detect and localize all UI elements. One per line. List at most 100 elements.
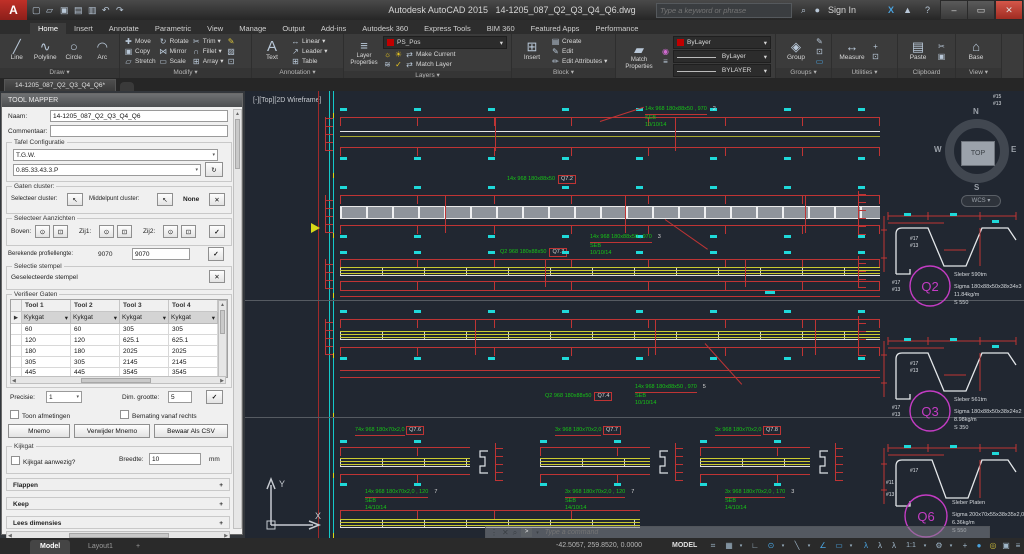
chevron-down-icon[interactable]: ▾ xyxy=(536,530,539,536)
refresh-button[interactable]: ↻ xyxy=(205,162,223,177)
beam-elevation[interactable] xyxy=(700,458,810,467)
cell[interactable]: 60 xyxy=(22,324,71,335)
chevron-down-icon[interactable]: ▾ xyxy=(846,538,856,554)
close-icon[interactable]: ✕ xyxy=(502,528,509,537)
tab-featured-apps[interactable]: Featured Apps xyxy=(523,23,588,34)
profile-id[interactable]: Q6 xyxy=(917,509,934,524)
command-options-icon[interactable]: > xyxy=(521,528,532,537)
help-search-input[interactable] xyxy=(656,3,792,18)
panel-label-draw[interactable]: Draw ▾ xyxy=(0,68,119,78)
array-button[interactable]: ⊞Array ▾ xyxy=(192,57,224,66)
pencil-icon[interactable]: ✎ xyxy=(227,37,236,46)
text-button[interactable]: AText xyxy=(256,36,288,66)
confirm-length-button[interactable]: ✓ xyxy=(208,247,224,261)
edit-block-button[interactable]: ✎Edit xyxy=(551,47,607,56)
snap-icon[interactable]: ⌗ xyxy=(706,538,720,554)
tool2-type-select[interactable]: Kykgat▾ xyxy=(71,312,120,324)
viewcube-west[interactable]: W xyxy=(934,145,942,154)
mirror-button[interactable]: ⋈Mirror xyxy=(159,47,189,56)
rotate-button[interactable]: ↻Rotate xyxy=(159,37,189,46)
col-header[interactable]: Tool 3 xyxy=(120,300,169,312)
linear-button[interactable]: ↔Linear ▾ xyxy=(291,37,328,46)
trim-button[interactable]: ✂Trim ▾ xyxy=(192,37,224,46)
tab-bim360[interactable]: BIM 360 xyxy=(479,23,523,34)
a360-icon[interactable]: ▲ xyxy=(903,0,912,20)
ungroup-icon[interactable]: ✎ xyxy=(815,37,824,46)
cell[interactable]: 120 xyxy=(22,335,71,346)
confirm-views-button[interactable]: ✓ xyxy=(209,225,225,238)
group-button[interactable]: ◈Group xyxy=(780,36,812,66)
boven-pick-button[interactable]: ⊙ xyxy=(35,225,50,238)
more-modify-icon[interactable]: ⊡ xyxy=(227,57,236,66)
polar-tracking-icon[interactable]: ⊙ xyxy=(764,538,778,554)
linetype-select[interactable]: BYLAYER▾ xyxy=(673,64,771,77)
cell[interactable]: 180 xyxy=(71,346,120,357)
quick-select-icon[interactable]: + xyxy=(871,42,880,51)
quick-calc-icon[interactable]: ⊡ xyxy=(871,52,880,61)
fillet-button[interactable]: ∩Fillet ▾ xyxy=(192,47,224,56)
tab-home[interactable]: Home xyxy=(30,23,66,34)
palette-vscrollbar[interactable]: ▲ xyxy=(233,109,242,529)
kijkgat-aanwezig-checkbox[interactable]: Kijkgat aanwezig? xyxy=(11,456,75,466)
circle-button[interactable]: ○Circle xyxy=(61,36,87,66)
beam-elevation[interactable] xyxy=(340,267,880,276)
measure-button[interactable]: ↔Measure xyxy=(836,36,868,66)
cell[interactable]: 2025 xyxy=(169,346,218,357)
chevron-down-icon[interactable]: ▾ xyxy=(736,538,746,554)
copy-button[interactable]: ▣Copy xyxy=(124,47,156,56)
table-vscrollbar[interactable]: ▲ xyxy=(218,300,227,377)
palette-title[interactable]: TOOL MAPPER xyxy=(2,94,242,107)
edit-attributes-button[interactable]: ✏Edit Attributes ▾ xyxy=(551,57,607,66)
cut-icon[interactable]: ✂ xyxy=(937,42,946,51)
make-current-button[interactable]: ☼☀⇄Make Current xyxy=(383,50,507,59)
grip-icon[interactable]: ⋮ xyxy=(490,528,498,537)
group-edit-icon[interactable]: ⊡ xyxy=(815,47,824,56)
tab-autodesk360[interactable]: Autodesk 360 xyxy=(354,23,416,34)
insert-button[interactable]: ⊞Insert xyxy=(516,36,548,66)
isolate-objects-icon[interactable]: ◎ xyxy=(986,538,1000,554)
sign-in-button[interactable]: Sign In xyxy=(828,0,856,20)
profile-id[interactable]: Q2 xyxy=(921,279,938,294)
model-space-indicator[interactable]: MODEL xyxy=(672,538,697,554)
search-icon[interactable]: ⌕ xyxy=(801,0,806,20)
leader-button[interactable]: ↗Leader ▾ xyxy=(291,47,328,56)
tab-addins[interactable]: Add-ins xyxy=(313,23,354,34)
tool4-type-select[interactable]: Kykgat▾ xyxy=(169,312,218,324)
cell[interactable]: 305 xyxy=(169,324,218,335)
move-button[interactable]: ✚Move xyxy=(124,37,156,46)
paste-button[interactable]: ▤Paste xyxy=(902,36,934,66)
boven-rect-button[interactable]: ⊡ xyxy=(53,225,68,238)
tab-annotate[interactable]: Annotate xyxy=(101,23,147,34)
beam-elevation[interactable] xyxy=(340,131,880,137)
cell[interactable]: 625.1 xyxy=(120,335,169,346)
toon-afmetingen-checkbox[interactable]: Toon afmetingen xyxy=(10,410,70,420)
viewcube-south[interactable]: S xyxy=(974,183,979,192)
minimize-button[interactable]: – xyxy=(940,0,968,20)
tab-express-tools[interactable]: Express Tools xyxy=(416,23,479,34)
tool3-type-select[interactable]: Kykgat▾ xyxy=(120,312,169,324)
color-wheel-icon[interactable]: ◉≡ xyxy=(661,36,670,77)
breedte-input[interactable] xyxy=(149,453,201,465)
maximize-button[interactable]: ▭ xyxy=(967,0,995,20)
commentaar-input[interactable] xyxy=(50,125,228,137)
new-layout-tab[interactable]: + xyxy=(126,540,150,554)
panel-label-modify[interactable]: Modify ▾ xyxy=(120,68,251,78)
layout1-tab[interactable]: Layout1 xyxy=(78,540,123,554)
clean-screen-icon[interactable]: ▣ xyxy=(1000,538,1012,554)
command-input[interactable] xyxy=(543,528,985,537)
chevron-down-icon[interactable]: ▾ xyxy=(804,538,814,554)
cell[interactable]: 305 xyxy=(120,324,169,335)
cell[interactable]: 2025 xyxy=(120,346,169,357)
chevron-down-icon[interactable]: ▾ xyxy=(920,538,930,554)
cell[interactable]: 2145 xyxy=(169,357,218,368)
exchange-icon[interactable]: X xyxy=(888,0,894,20)
lineweight-select[interactable]: ByLayer▾ xyxy=(673,50,771,63)
help-icon[interactable]: ? xyxy=(925,0,930,20)
annotation-scale-icon[interactable]: λ xyxy=(888,538,900,554)
cell[interactable]: 120 xyxy=(71,335,120,346)
wcs-selector[interactable]: WCS ▾ xyxy=(961,195,1001,207)
chevron-down-icon[interactable]: ▾ xyxy=(946,538,956,554)
panel-label-groups[interactable]: Groups ▾ xyxy=(776,68,831,78)
search-icon[interactable]: ⌕ xyxy=(513,528,517,538)
tab-insert[interactable]: Insert xyxy=(66,23,101,34)
